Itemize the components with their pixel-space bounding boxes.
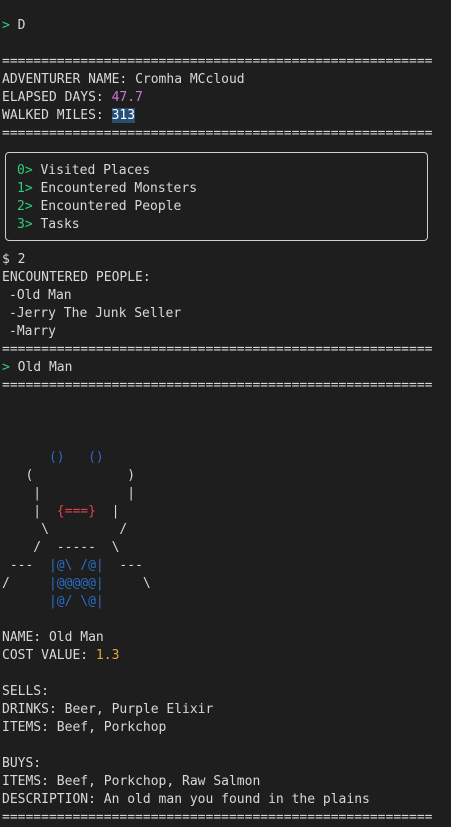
ascii-art-row: --- |@\ /@| ---: [2, 557, 143, 575]
menu-item-encountered-people[interactable]: 2> Encountered People: [17, 198, 181, 216]
ascii-art-row: \ /: [2, 522, 128, 537]
menu-item-encountered-monsters[interactable]: 1> Encountered Monsters: [17, 180, 197, 198]
ascii-art-fragment: ---: [103, 558, 143, 573]
person-name-value: Old Man: [48, 630, 104, 645]
menu-label: Encountered People: [40, 199, 182, 214]
command-line: > D: [2, 17, 25, 35]
elapsed-days-line: ELAPSED DAYS: 47.7: [2, 89, 143, 107]
buys-items-line: ITEMS: Beef, Porkchop, Raw Salmon: [2, 773, 260, 791]
options-menu: 0> Visited Places 1> Encountered Monster…: [5, 152, 428, 241]
items-label: ITEMS:: [2, 720, 49, 735]
ascii-art-row: / |@@@@@| \: [2, 575, 151, 593]
drinks-value: Beer, Purple Elixir: [64, 702, 214, 717]
buy-items-value: Beef, Porkchop, Raw Salmon: [56, 774, 261, 789]
separator: ========================================…: [2, 378, 433, 393]
separator: ========================================…: [2, 126, 433, 141]
walked-miles-value: 313: [111, 108, 136, 123]
separator: ========================================…: [2, 810, 433, 825]
separator: ========================================…: [2, 342, 433, 357]
menu-item-tasks[interactable]: 3> Tasks: [17, 216, 80, 234]
adventurer-name-value: Cromha MCcloud: [135, 72, 245, 87]
menu-key: 3>: [17, 217, 33, 232]
elapsed-days-value: 47.7: [111, 90, 143, 105]
ascii-art-row: () (): [2, 450, 104, 465]
walked-miles-label: WALKED MILES:: [2, 108, 104, 123]
adventurer-name-label: ADVENTURER NAME:: [2, 72, 128, 87]
description-label: DESCRIPTION:: [2, 792, 96, 807]
ascii-art-row: / ----- \: [2, 540, 120, 555]
cost-value: 1.3: [95, 648, 120, 663]
separator: ========================================…: [2, 54, 433, 69]
ascii-art-fragment: (: [2, 468, 34, 483]
people-heading: ENCOUNTERED PEOPLE:: [2, 270, 151, 285]
ascii-art-row: ( ): [2, 467, 135, 485]
ascii-art-fragment: |@\ /@|: [48, 558, 104, 573]
list-item: -Old Man: [9, 288, 72, 303]
ascii-art-row: | {===} |: [2, 503, 119, 521]
ascii-art-fragment: ---: [2, 558, 49, 573]
shell-input-line: $ 2: [2, 252, 26, 267]
ascii-art-fragment: \: [103, 576, 151, 591]
menu-item-visited-places[interactable]: 0> Visited Places: [17, 162, 150, 180]
menu-key: 0>: [17, 163, 33, 178]
prompt-symbol: >: [2, 18, 10, 33]
sells-drinks-line: DRINKS: Beer, Purple Elixir: [2, 701, 213, 719]
list-item: -Jerry The Junk Seller: [9, 306, 182, 321]
ascii-art-row: |@/ \@|: [2, 594, 104, 609]
items-value: Beef, Porkchop: [56, 720, 167, 735]
prompt-symbol: >: [2, 360, 10, 375]
menu-label: Visited Places: [40, 163, 151, 178]
cost-value-label: COST VALUE:: [2, 648, 89, 663]
ascii-art-fragment: ): [33, 468, 136, 483]
ascii-art-fragment: {===}: [56, 504, 96, 519]
sells-items-line: ITEMS: Beef, Porkchop: [2, 719, 166, 737]
cost-value-line: COST VALUE: 1.3: [2, 647, 119, 665]
description-value: An old man you found in the plains: [103, 792, 370, 807]
ascii-art-fragment: /: [2, 576, 49, 591]
command-text: D: [17, 18, 26, 33]
ascii-art-row: | |: [2, 486, 136, 501]
sells-heading: SELLS:: [2, 684, 49, 699]
buy-items-label: ITEMS:: [2, 774, 49, 789]
buys-heading: BUYS:: [2, 756, 42, 771]
selected-person-name: Old Man: [17, 360, 73, 375]
elapsed-days-label: ELAPSED DAYS:: [2, 90, 104, 105]
selected-person-line: > Old Man: [2, 359, 72, 377]
ascii-art-fragment: |@@@@@|: [48, 576, 104, 591]
drinks-label: DRINKS:: [2, 702, 57, 717]
menu-label: Tasks: [40, 217, 80, 232]
ascii-art-fragment: |: [95, 504, 120, 519]
menu-key: 2>: [17, 199, 33, 214]
menu-label: Encountered Monsters: [40, 181, 198, 196]
menu-key: 1>: [17, 181, 33, 196]
list-item: -Marry: [9, 324, 56, 339]
description-line: DESCRIPTION: An old man you found in the…: [2, 791, 370, 809]
walked-miles-line: WALKED MILES: 313: [2, 107, 136, 125]
adventurer-name-line: ADVENTURER NAME: Cromha MCcloud: [2, 71, 245, 89]
ascii-art-fragment: |: [2, 504, 57, 519]
person-name-line: NAME: Old Man: [2, 629, 104, 647]
person-name-label: NAME:: [2, 630, 42, 645]
